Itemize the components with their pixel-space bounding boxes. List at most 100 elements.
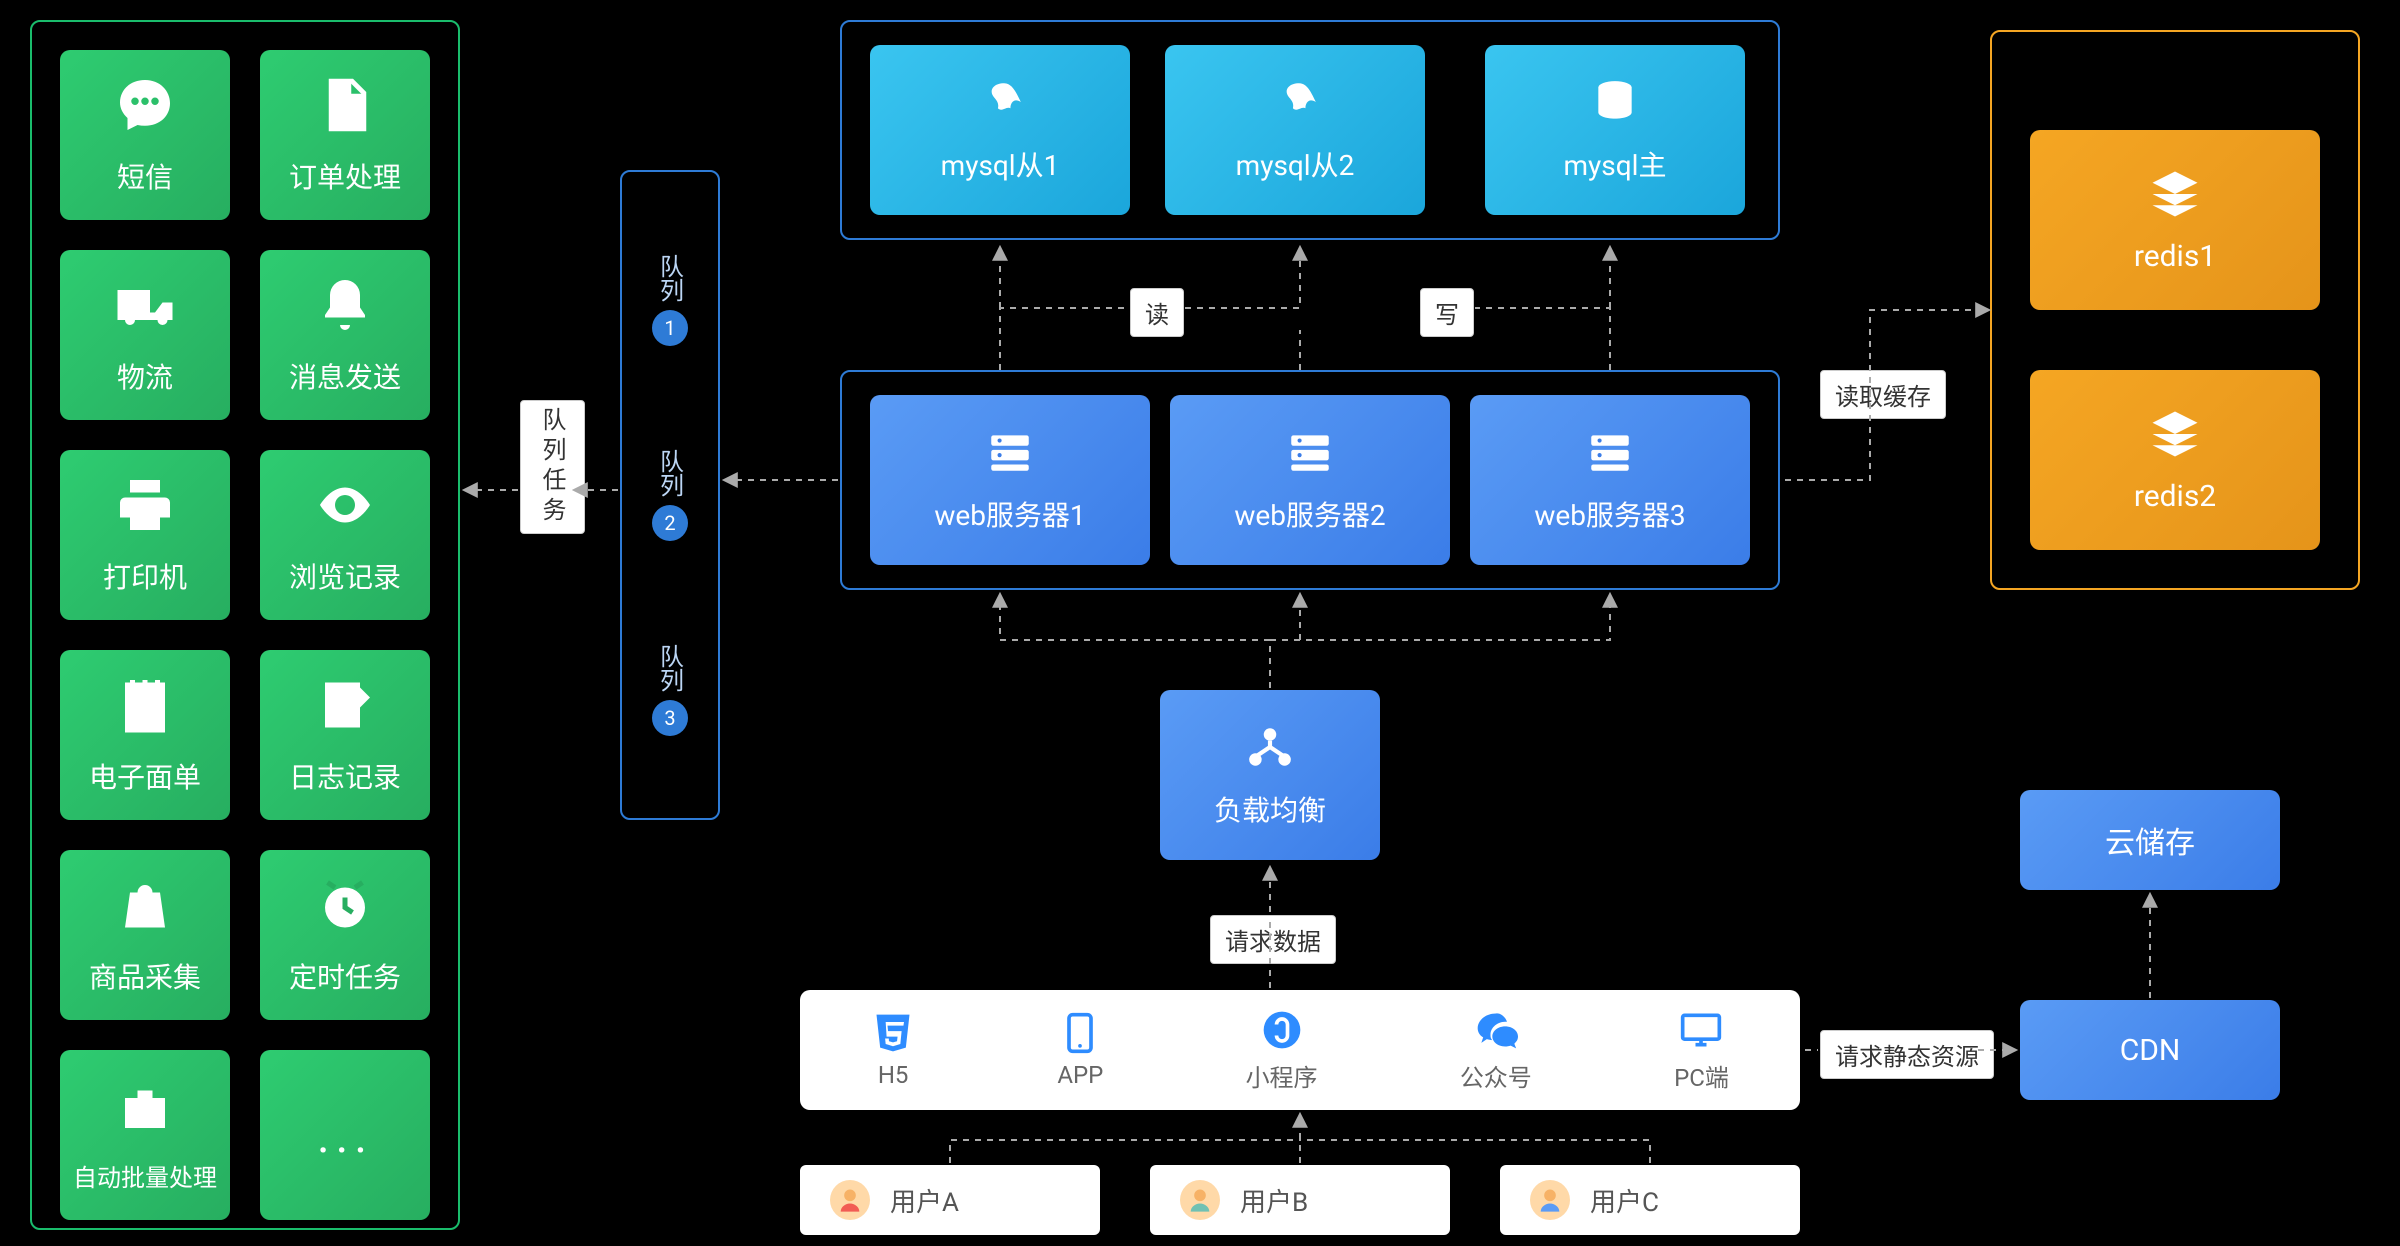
mysql-master: mysql主	[1485, 45, 1745, 215]
database-icon	[975, 77, 1025, 134]
write-label: 写	[1420, 288, 1474, 337]
html5-icon	[871, 1011, 915, 1055]
tile-label: 短信	[117, 156, 173, 196]
balance-icon	[1245, 722, 1295, 779]
tile-label: mysql从1	[941, 144, 1060, 184]
service-product: 商品采集	[60, 850, 230, 1020]
queue-label: 队列	[653, 644, 688, 692]
tile-label: 物流	[117, 356, 173, 396]
tile-label: 云储存	[2105, 818, 2195, 862]
service-cron: 定时任务	[260, 850, 430, 1020]
server-icon	[985, 427, 1035, 484]
tile-label: web服务器1	[934, 494, 1085, 534]
queue-label: 队列	[653, 449, 688, 497]
user-a: 用户A	[800, 1165, 1100, 1235]
queue-2: 队列 2	[640, 449, 700, 541]
service-printer: 打印机	[60, 450, 230, 620]
truck-icon	[115, 275, 175, 342]
queue-1: 队列 1	[640, 254, 700, 346]
queue-num: 2	[652, 505, 688, 541]
client-pc: PC端	[1674, 1008, 1729, 1093]
cloud-storage: 云储存	[2020, 790, 2280, 890]
tile-label: 自动批量处理	[73, 1158, 217, 1193]
tile-label: redis1	[2134, 239, 2216, 274]
user-label: 用户A	[890, 1182, 959, 1219]
avatar-icon	[1530, 1180, 1570, 1220]
tile-label: web服务器2	[1234, 494, 1385, 534]
client-miniapp: 小程序	[1246, 1008, 1318, 1093]
bag-icon	[115, 875, 175, 942]
user-b: 用户B	[1150, 1165, 1450, 1235]
client-h5: H5	[871, 1011, 915, 1089]
web-server-3: web服务器3	[1470, 395, 1750, 565]
tile-label: CDN	[2120, 1033, 2181, 1068]
file-icon	[315, 75, 375, 142]
clock-icon	[315, 875, 375, 942]
mysql-slave-2: mysql从2	[1165, 45, 1425, 215]
eye-icon	[315, 475, 375, 542]
load-balancer: 负载均衡	[1160, 690, 1380, 860]
server-icon	[1585, 427, 1635, 484]
redis-2: redis2	[2030, 370, 2320, 550]
server-icon	[1285, 427, 1335, 484]
client-label: APP	[1057, 1061, 1103, 1089]
service-logistics: 物流	[60, 250, 230, 420]
layers-icon	[2148, 407, 2202, 469]
tile-label: 电子面单	[89, 756, 201, 796]
cdn: CDN	[2020, 1000, 2280, 1100]
tile-label: 打印机	[103, 556, 187, 596]
service-browse: 浏览记录	[260, 450, 430, 620]
tile-label: 定时任务	[289, 956, 401, 996]
note-icon	[115, 675, 175, 742]
client-label: 公众号	[1460, 1058, 1532, 1093]
chat-icon	[115, 75, 175, 142]
avatar-icon	[1180, 1180, 1220, 1220]
web-server-2: web服务器2	[1170, 395, 1450, 565]
read-label: 读	[1130, 288, 1184, 337]
user-label: 用户B	[1240, 1182, 1308, 1219]
client-panel: H5 APP 小程序 公众号 PC端	[800, 990, 1800, 1110]
tile-label: web服务器3	[1534, 494, 1685, 534]
wechat-icon	[1474, 1008, 1518, 1052]
tile-label: 商品采集	[89, 956, 201, 996]
service-message: 消息发送	[260, 250, 430, 420]
client-app: APP	[1057, 1011, 1103, 1089]
monitor-icon	[1679, 1008, 1723, 1052]
static-resource-label: 请求静态资源	[1820, 1030, 1994, 1079]
cache-label: 读取缓存	[1820, 370, 1946, 419]
service-batch: 自动批量处理	[60, 1050, 230, 1220]
tile-label: 订单处理	[289, 156, 401, 196]
miniapp-icon	[1260, 1008, 1304, 1052]
user-c: 用户C	[1500, 1165, 1800, 1235]
tile-label: 负载均衡	[1214, 789, 1326, 829]
avatar-icon	[830, 1180, 870, 1220]
queue-num: 3	[652, 700, 688, 736]
web-server-1: web服务器1	[870, 395, 1150, 565]
tile-label: mysql主	[1564, 144, 1667, 184]
service-more: ...	[260, 1050, 430, 1220]
service-order: 订单处理	[260, 50, 430, 220]
client-label: 小程序	[1246, 1058, 1318, 1093]
printer-icon	[115, 475, 175, 542]
client-wechat: 公众号	[1460, 1008, 1532, 1093]
queue-panel: 队列 1 队列 2 队列 3	[620, 170, 720, 820]
queue-num: 1	[652, 310, 688, 346]
user-label: 用户C	[1590, 1182, 1659, 1219]
queue-label: 队列	[653, 254, 688, 302]
tile-label: 日志记录	[289, 756, 401, 796]
kit-icon	[115, 1078, 175, 1144]
database-icon	[1590, 77, 1640, 134]
service-sms: 短信	[60, 50, 230, 220]
queue-3: 队列 3	[640, 644, 700, 736]
tile-label: redis2	[2134, 479, 2216, 514]
client-label: H5	[878, 1061, 909, 1089]
queue-task-label: 队列任务	[520, 400, 585, 534]
tile-label: 消息发送	[289, 356, 401, 396]
service-log: 日志记录	[260, 650, 430, 820]
database-icon	[1270, 77, 1320, 134]
layers-icon	[2148, 167, 2202, 229]
log-icon	[315, 675, 375, 742]
tile-label: mysql从2	[1236, 144, 1355, 184]
service-waybill: 电子面单	[60, 650, 230, 820]
request-data-label: 请求数据	[1210, 915, 1336, 964]
